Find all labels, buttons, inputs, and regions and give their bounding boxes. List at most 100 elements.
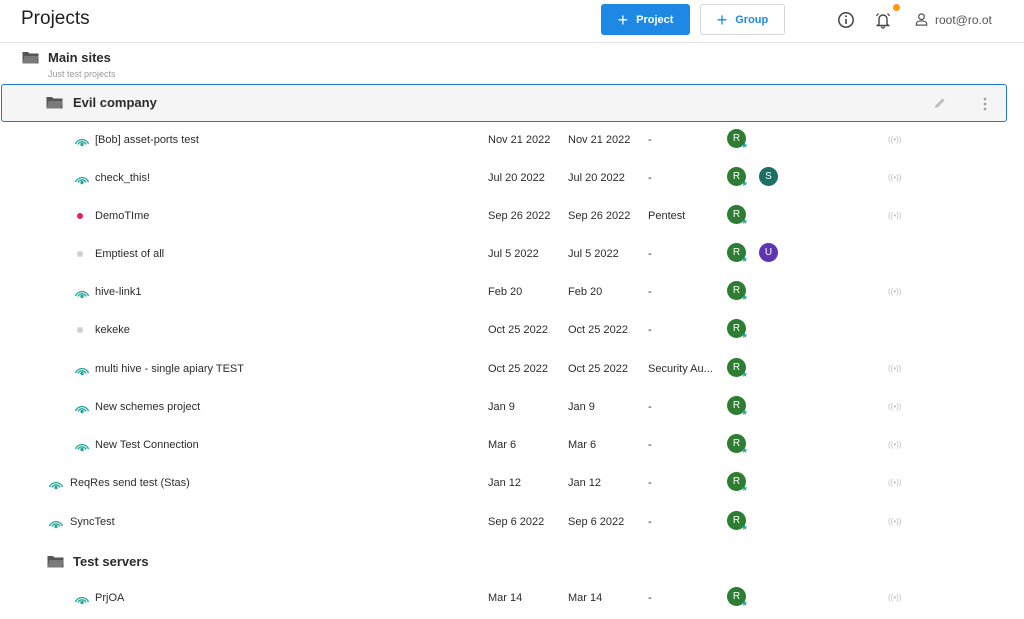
group-description: Just test projects — [48, 69, 116, 79]
table-row[interactable]: New schemes project Jan 9 Jan 9- R ★ ((•)) — [0, 388, 1024, 426]
status-dot-gray-icon — [77, 251, 83, 257]
page-title: Projects — [21, 8, 90, 29]
project-type: - — [648, 439, 652, 451]
owner-star-icon: ★ — [741, 141, 749, 150]
project-type: - — [648, 286, 652, 298]
created-date: Sep 6 2022 — [488, 516, 545, 528]
owner-star-icon: ★ — [741, 523, 749, 532]
status-dot-red-icon — [77, 213, 83, 219]
broadcast-icon: ((•)) — [888, 517, 902, 526]
updated-date: Sep 26 2022 — [568, 210, 631, 222]
group-title-test-servers[interactable]: Test servers — [73, 554, 149, 569]
folder-icon — [22, 52, 39, 64]
project-name[interactable]: DemoTIme — [95, 210, 149, 222]
project-type: - — [648, 134, 652, 146]
updated-date: Oct 25 2022 — [568, 324, 628, 336]
owner-star-icon: ★ — [741, 179, 749, 188]
owner-star-icon: ★ — [741, 331, 749, 340]
table-row[interactable]: New Test Connection Mar 6 Mar 6- R ★ ((•)) — [0, 426, 1024, 464]
pencil-icon[interactable] — [933, 96, 947, 110]
owner-star-icon: ★ — [741, 599, 749, 608]
table-row[interactable]: ReqRes send test (Stas) Jan 12 Jan 12- R ★((… — [0, 464, 1024, 502]
owner-star-icon: ★ — [741, 484, 749, 493]
updated-date: Mar 14 — [568, 592, 603, 604]
created-date: Jan 9 — [488, 401, 515, 413]
project-name[interactable]: [Bob] asset-ports test — [95, 134, 199, 146]
table-row[interactable]: check_this! Jul 20 2022 Jul 20 2022- R ★ S ((•… — [0, 159, 1024, 197]
created-date: Mar 6 — [488, 439, 517, 451]
hive-icon — [48, 516, 64, 529]
project-name[interactable]: multi hive - single apiary TEST — [95, 363, 244, 375]
plus-icon: + — [617, 9, 629, 30]
add-project-label: Project — [636, 13, 674, 26]
user-menu-name[interactable]: root@ro.ot — [935, 13, 992, 27]
project-name[interactable]: kekeke — [95, 324, 130, 336]
project-name[interactable]: New schemes project — [95, 401, 200, 413]
info-icon[interactable] — [837, 11, 855, 29]
created-date: Sep 26 2022 — [488, 210, 551, 222]
hive-icon — [74, 439, 90, 452]
project-type: - — [648, 477, 652, 489]
table-row[interactable]: [Bob] asset-ports test Nov 21 2022 Nov 21 … — [0, 121, 1024, 159]
updated-date: Oct 25 2022 — [568, 363, 628, 375]
project-type: Security Au... — [648, 363, 713, 375]
created-date: Oct 25 2022 — [488, 363, 548, 375]
project-name[interactable]: Emptiest of all — [95, 248, 164, 260]
add-project-button[interactable]: + Project — [601, 4, 690, 35]
avatar[interactable]: U — [759, 243, 778, 262]
hive-icon — [74, 134, 90, 147]
folder-icon — [46, 97, 63, 109]
project-type: - — [648, 592, 652, 604]
owner-star-icon: ★ — [741, 217, 749, 226]
status-dot-gray-icon — [77, 327, 83, 333]
created-date: Mar 14 — [488, 592, 523, 604]
avatar[interactable]: S — [759, 167, 778, 186]
table-row[interactable]: PrjOA Mar 14 Mar 14- R ★ ((•)) — [0, 579, 1024, 617]
table-row[interactable]: DemoTIme Sep 26 2022 Sep 26 2022 Pentest R ★(… — [0, 197, 1024, 235]
broadcast-icon: ((•)) — [888, 364, 902, 373]
project-type: - — [648, 172, 652, 184]
table-row[interactable]: kekeke Oct 25 2022 Oct 25 2022- R ★ — [0, 311, 1024, 349]
table-row[interactable]: Emptiest of all Jul 5 2022 Jul 5 2022- R ★ U — [0, 235, 1024, 273]
hive-icon — [74, 592, 90, 605]
user-icon[interactable] — [914, 12, 929, 27]
updated-date: Jul 5 2022 — [568, 248, 619, 260]
hive-icon — [74, 363, 90, 376]
created-date: Jul 5 2022 — [488, 248, 539, 260]
table-row[interactable]: SyncTest Sep 6 2022 Sep 6 2022- R ★ ((•)) — [0, 503, 1024, 541]
group-title-main-sites[interactable]: Main sites — [48, 50, 111, 65]
created-date: Jul 20 2022 — [488, 172, 545, 184]
project-type: Pentest — [648, 210, 686, 222]
top-bar: Projects + Project + Group root@ro.ot — [0, 0, 1024, 43]
broadcast-icon: ((•)) — [888, 402, 902, 411]
more-vertical-icon[interactable] — [981, 96, 989, 112]
hive-icon — [48, 477, 64, 490]
project-name[interactable]: PrjOA — [95, 592, 124, 604]
hive-icon — [74, 286, 90, 299]
owner-star-icon: ★ — [741, 293, 749, 302]
updated-date: Jan 12 — [568, 477, 602, 489]
project-name[interactable]: hive-link1 — [95, 286, 141, 298]
folder-icon — [47, 556, 64, 568]
project-type: - — [648, 248, 652, 260]
project-name[interactable]: ReqRes send test (Stas) — [70, 477, 190, 489]
broadcast-icon: ((•)) — [888, 287, 902, 296]
add-group-label: Group — [735, 13, 769, 26]
owner-star-icon: ★ — [741, 370, 749, 379]
updated-date: Feb 20 — [568, 286, 603, 298]
table-row[interactable]: hive-link1 Feb 20 Feb 20- R ★ ((•)) — [0, 273, 1024, 311]
updated-date: Mar 6 — [568, 439, 597, 451]
updated-date: Sep 6 2022 — [568, 516, 625, 528]
bell-icon[interactable] — [874, 11, 892, 29]
project-name[interactable]: SyncTest — [70, 516, 115, 528]
table-row[interactable]: multi hive - single apiary TEST Oct 25 20… — [0, 350, 1024, 388]
broadcast-icon: ((•)) — [888, 173, 902, 182]
add-group-button[interactable]: + Group — [700, 4, 785, 35]
project-name[interactable]: check_this! — [95, 172, 150, 184]
group-title-evil-company[interactable]: Evil company — [73, 95, 157, 110]
project-name[interactable]: New Test Connection — [95, 439, 199, 451]
plus-icon: + — [716, 9, 728, 30]
created-date: Feb 20 — [488, 286, 523, 298]
owner-star-icon: ★ — [741, 408, 749, 417]
broadcast-icon: ((•)) — [888, 135, 902, 144]
